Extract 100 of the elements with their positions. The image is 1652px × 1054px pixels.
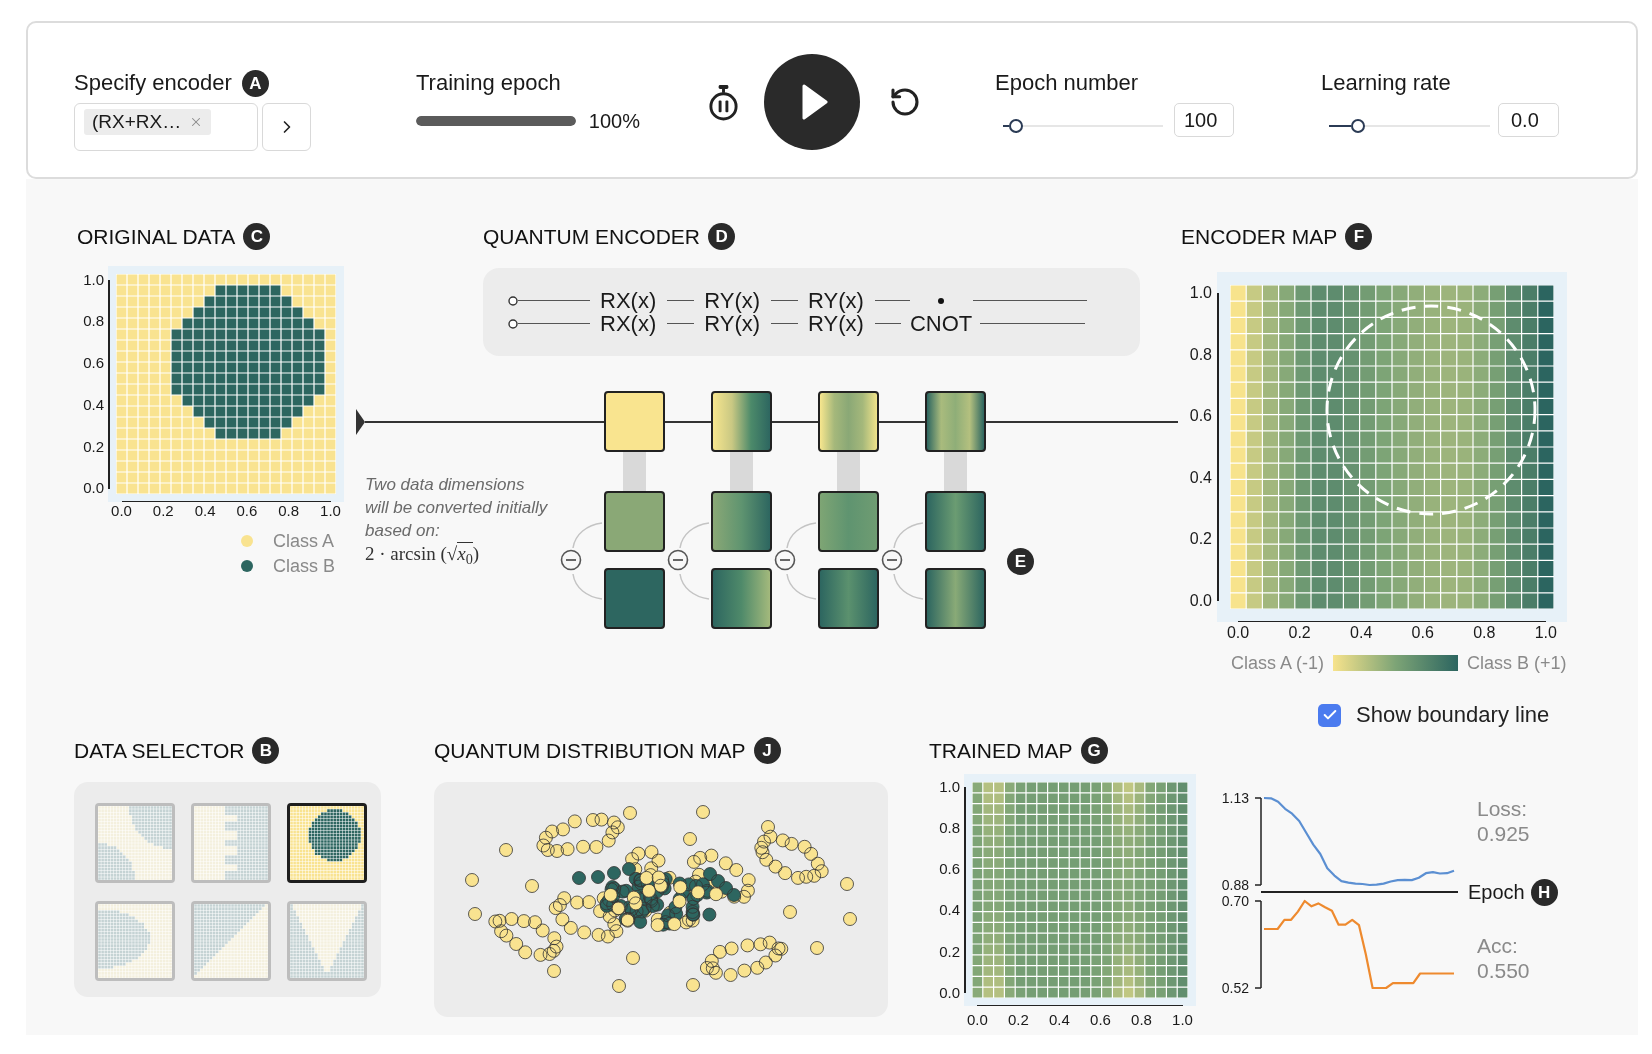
number-field[interactable]: 0.0: [1498, 103, 1559, 137]
axis-tick-label: 0.2: [83, 437, 104, 456]
axis-tick-label: 1.0: [939, 778, 960, 797]
state-square: [925, 391, 986, 452]
connector-arc: [572, 522, 603, 549]
field-label: Training epoch: [416, 70, 562, 96]
reset-icon: [889, 86, 921, 118]
gate-label: CNOT: [909, 312, 973, 335]
state-square: [925, 491, 986, 552]
axis-tick-label: 0.6: [1410, 623, 1435, 643]
state-square: [604, 568, 665, 629]
state-square: [711, 491, 772, 552]
section-title: ENCODER MAP: [1181, 224, 1338, 250]
axis-title: Epoch: [1468, 880, 1525, 904]
gate-label: RY(x): [704, 289, 761, 312]
axis-tick-label: 0.0: [965, 1011, 989, 1029]
state-square: [604, 391, 665, 452]
field-label: Specify encoder: [74, 70, 232, 96]
minus-icon: [881, 549, 903, 571]
description-text: Two data dimensions will be converted initially based on:: [365, 474, 549, 542]
axis-tick-label: 0.8: [939, 819, 960, 838]
axis-tick-label: 0.0: [110, 502, 133, 520]
number-field[interactable]: 100: [1174, 103, 1234, 137]
state-square: [818, 491, 879, 552]
connector-arc: [893, 522, 924, 549]
axis-tick-label: 0.4: [1048, 1011, 1071, 1029]
connector-arc: [572, 573, 603, 600]
state-square: [604, 491, 665, 552]
axis-tick-label: 1.13: [1221, 789, 1249, 807]
axis-tick-label: 0.70: [1221, 892, 1249, 910]
section-marker: E: [1007, 548, 1034, 575]
axis-tick-label: 0.52: [1221, 979, 1249, 997]
state-square: [925, 568, 986, 629]
axis-tick-label: 0.6: [83, 354, 104, 373]
qubit-circle-icon: [508, 295, 518, 306]
axis-tick-label: 0.0: [1189, 590, 1212, 611]
axis-tick-label: 0.8: [1189, 344, 1212, 365]
section-marker: H: [1530, 878, 1558, 906]
connector-bar: [730, 452, 753, 491]
gate-label: RY(x): [808, 312, 864, 335]
axis-tick-label: 1.0: [83, 270, 104, 289]
field-label: Learning rate: [1321, 70, 1452, 96]
play-icon: [802, 84, 828, 120]
connector-arc: [679, 573, 710, 600]
section-title: DATA SELECTOR: [74, 738, 245, 764]
axis-tick-label: 0.0: [939, 983, 960, 1002]
axis-tick-label: 0.8: [1472, 623, 1497, 643]
section-title: QUANTUM DISTRIBUTION MAP: [434, 738, 746, 764]
connector-arc: [786, 573, 817, 600]
connector-arc: [893, 573, 924, 600]
axis-tick-label: 0.2: [939, 942, 960, 961]
section-title: QUANTUM ENCODER: [483, 224, 700, 250]
progress-reading: 100%: [588, 109, 640, 133]
axis-tick-label: 0.4: [193, 502, 217, 520]
axis-tick-label: 0.0: [1225, 623, 1251, 643]
connector-bar: [837, 452, 860, 491]
state-square: [711, 391, 772, 452]
metric-label: Loss:: [1477, 796, 1529, 821]
gate-label: RY(x): [808, 289, 864, 312]
section-marker: J: [753, 737, 781, 764]
stopwatch-icon: [706, 83, 740, 121]
axis-tick-label: 0.6: [1089, 1011, 1112, 1029]
legend-label: Class B: [273, 554, 335, 577]
minus-icon: [774, 549, 796, 571]
state-square: [711, 568, 772, 629]
checkbox-label: Show boundary line: [1356, 703, 1550, 727]
formula-text: 2 · arcsin (√x$_{0}$): [365, 542, 481, 566]
axis-tick-label: 1.0: [319, 502, 342, 520]
section-marker: B: [252, 737, 280, 764]
qubit-circle-icon: [508, 318, 518, 329]
section-marker: G: [1080, 737, 1108, 764]
control-dot-icon: [938, 297, 945, 304]
section-marker: A: [241, 69, 269, 97]
minus-icon: [560, 549, 582, 571]
axis-tick-label: 1.0: [1171, 1011, 1194, 1029]
connector-arc: [786, 522, 817, 549]
axis-tick-label: 0.88: [1221, 876, 1249, 894]
section-title: ORIGINAL DATA: [77, 224, 236, 250]
axis-tick-label: 0.2: [1007, 1011, 1030, 1029]
connector-arc: [679, 522, 710, 549]
tag-label: (RX+RX…: [92, 111, 182, 133]
section-marker: D: [708, 223, 735, 250]
boundary-checkbox[interactable]: [1318, 703, 1341, 727]
axis-tick-label: 0.8: [83, 312, 104, 331]
field-label: Epoch number: [995, 70, 1140, 96]
axis-tick-label: 0.2: [1189, 529, 1212, 550]
axis-tick-label: 1.0: [1189, 283, 1212, 304]
metric-label: Acc:: [1477, 933, 1519, 958]
slider-thumb[interactable]: [1350, 119, 1365, 133]
gate-label: RX(x): [600, 312, 657, 335]
axis-tick-label: 0.0: [83, 479, 104, 498]
axis-tick-label: 0.8: [1130, 1011, 1153, 1029]
slider-thumb[interactable]: [1008, 119, 1023, 133]
encoder-field[interactable]: (RX+RX…: [74, 103, 258, 151]
scale-label: Class B (+1): [1467, 652, 1567, 674]
axis-tick-label: 0.8: [277, 502, 301, 520]
axis-tick-label: 0.4: [83, 395, 104, 414]
metric-value: 0.550: [1477, 958, 1530, 983]
state-square: [818, 391, 879, 452]
section-marker: F: [1345, 223, 1373, 250]
